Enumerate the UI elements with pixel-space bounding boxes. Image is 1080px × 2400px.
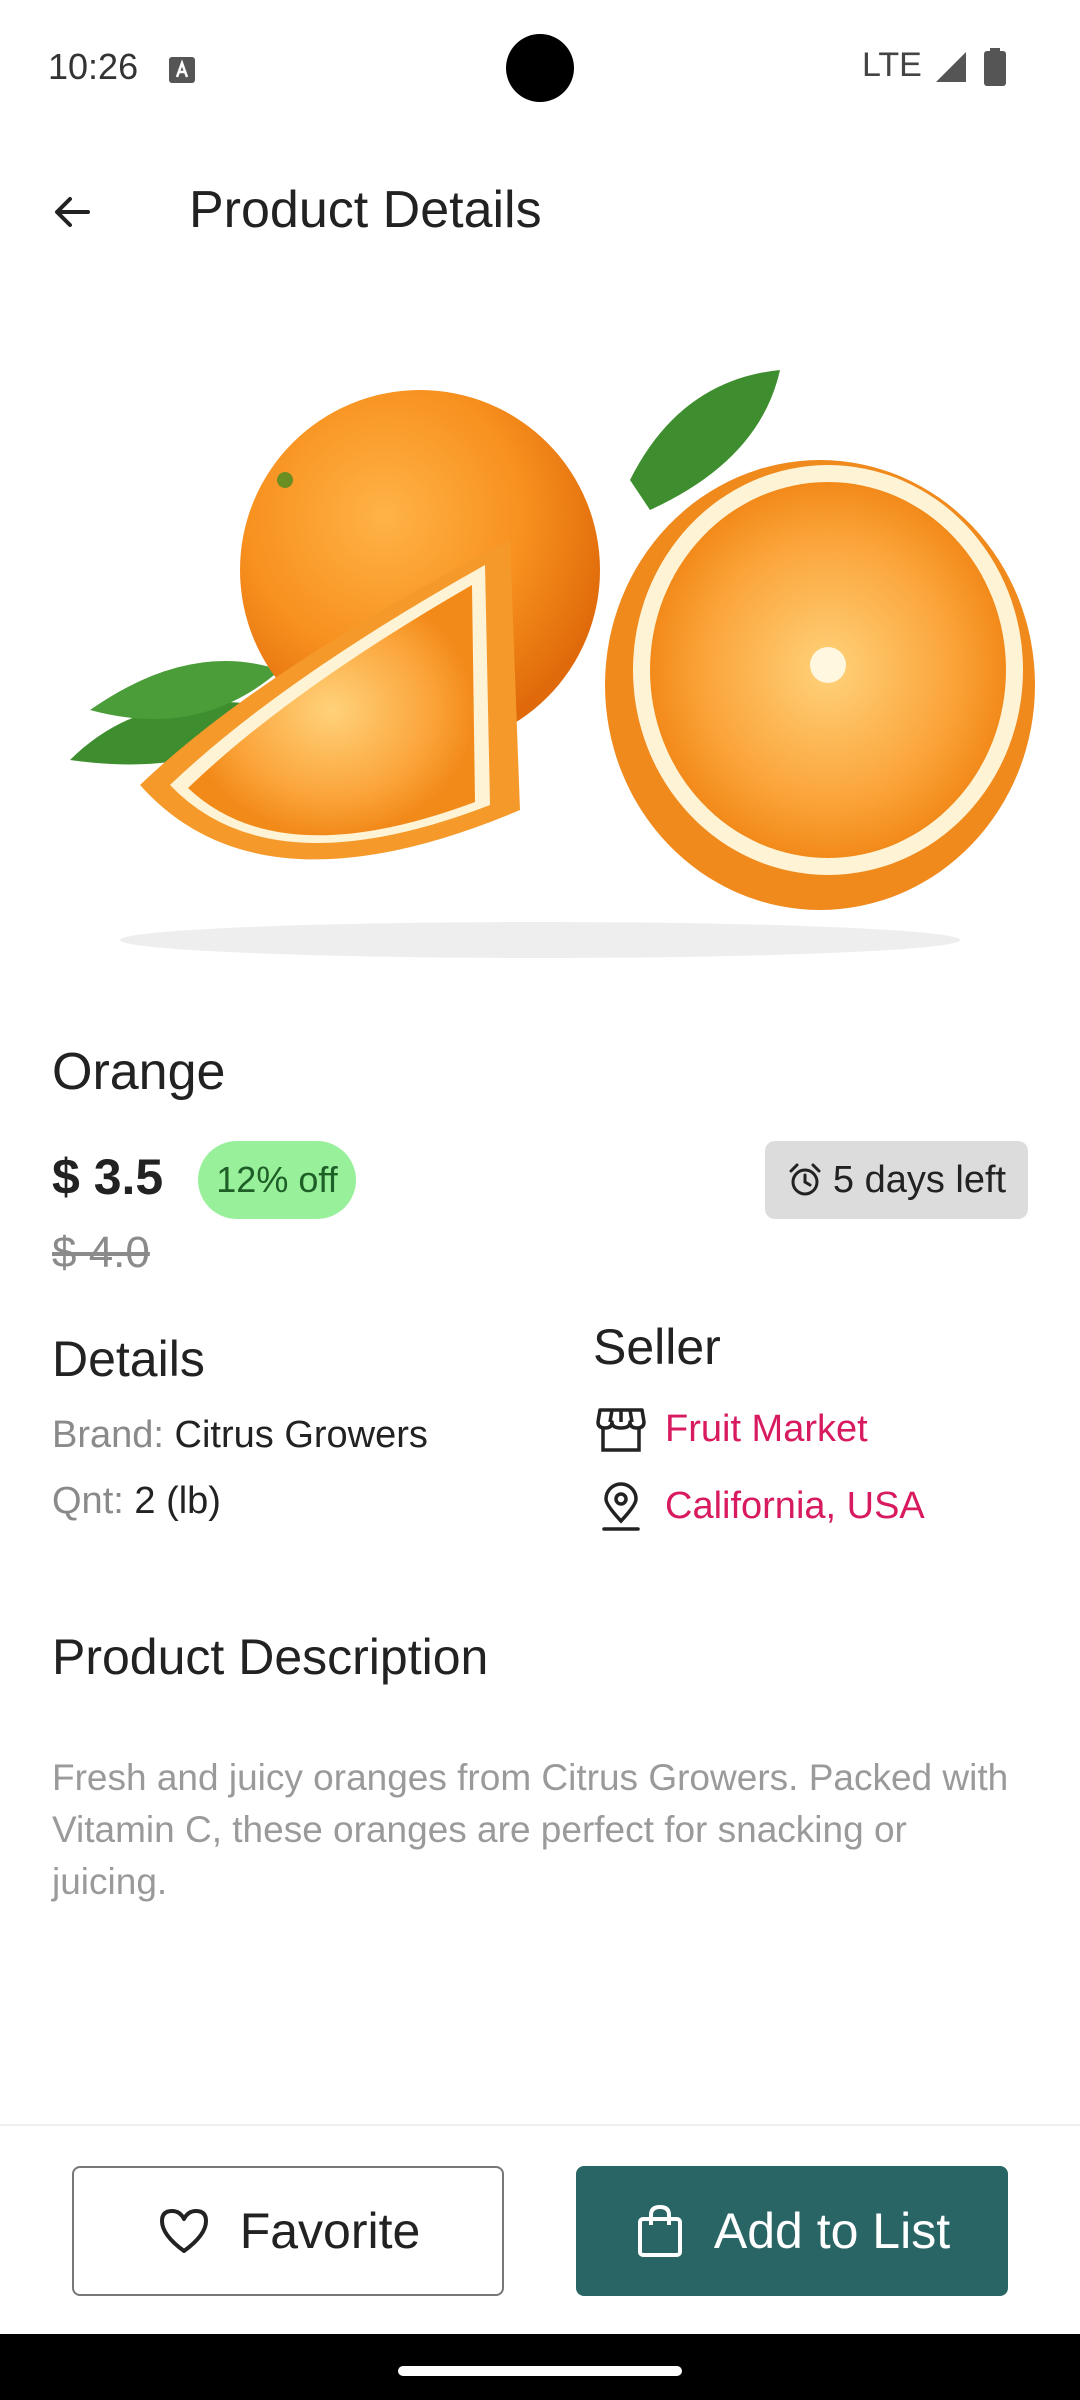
- location-pin-icon: [593, 1478, 649, 1534]
- seller-name: Fruit Market: [665, 1407, 868, 1450]
- product-details-screen: 10:26 LTE Product Details Orange $ 3.5 1…: [0, 0, 1080, 2400]
- status-time: 10:26: [48, 46, 139, 87]
- details-heading: Details: [52, 1331, 205, 1387]
- a-notification-icon: [169, 57, 195, 83]
- status-bar: 10:26 LTE: [0, 0, 1080, 136]
- discount-badge: 12% off: [198, 1141, 356, 1219]
- home-gesture-handle[interactable]: [398, 2366, 682, 2376]
- brand-row: Brand: Citrus Growers: [52, 1414, 428, 1457]
- quantity-label: Qnt:: [52, 1480, 124, 1522]
- camera-cutout: [506, 34, 574, 102]
- product-name: Orange: [52, 1043, 226, 1101]
- seller-heading: Seller: [593, 1319, 721, 1375]
- storefront-icon: [593, 1401, 649, 1457]
- quantity-row: Qnt: 2 (lb): [52, 1480, 221, 1523]
- old-price: $ 4.0: [52, 1228, 150, 1277]
- seller-name-link[interactable]: Fruit Market: [593, 1401, 868, 1457]
- seller-location-link[interactable]: California, USA: [593, 1478, 925, 1534]
- days-left-label: 5 days left: [832, 1158, 1007, 1201]
- arrow-left-icon: [55, 197, 90, 227]
- network-label: LTE: [862, 46, 922, 84]
- back-button[interactable]: [36, 176, 108, 248]
- heart-outline-icon: [159, 2209, 208, 2253]
- favorite-button[interactable]: Favorite: [72, 2166, 504, 2296]
- add-to-list-label: Add to List: [713, 2203, 951, 2259]
- days-left-badge: 5 days left: [765, 1141, 1028, 1219]
- favorite-label: Favorite: [239, 2203, 421, 2259]
- seller-location: California, USA: [665, 1484, 925, 1527]
- signal-icon: [936, 52, 966, 82]
- product-image: [70, 370, 1035, 958]
- add-to-list-button[interactable]: Add to List: [576, 2166, 1008, 2296]
- app-bar: Product Details: [0, 150, 1080, 270]
- bottom-divider: [0, 2124, 1080, 2126]
- alarm-clock-icon: [789, 1163, 821, 1196]
- current-price: $ 3.5: [52, 1149, 164, 1205]
- shopping-bag-icon: [637, 2204, 682, 2257]
- brand-value: Citrus Growers: [174, 1414, 428, 1456]
- quantity-value: 2 (lb): [134, 1480, 221, 1522]
- page-title: Product Details: [189, 181, 542, 239]
- description-heading: Product Description: [52, 1629, 489, 1685]
- description-text: Fresh and juicy oranges from Citrus Grow…: [52, 1757, 1009, 1902]
- brand-label: Brand:: [52, 1414, 164, 1456]
- battery-icon: [984, 48, 1006, 86]
